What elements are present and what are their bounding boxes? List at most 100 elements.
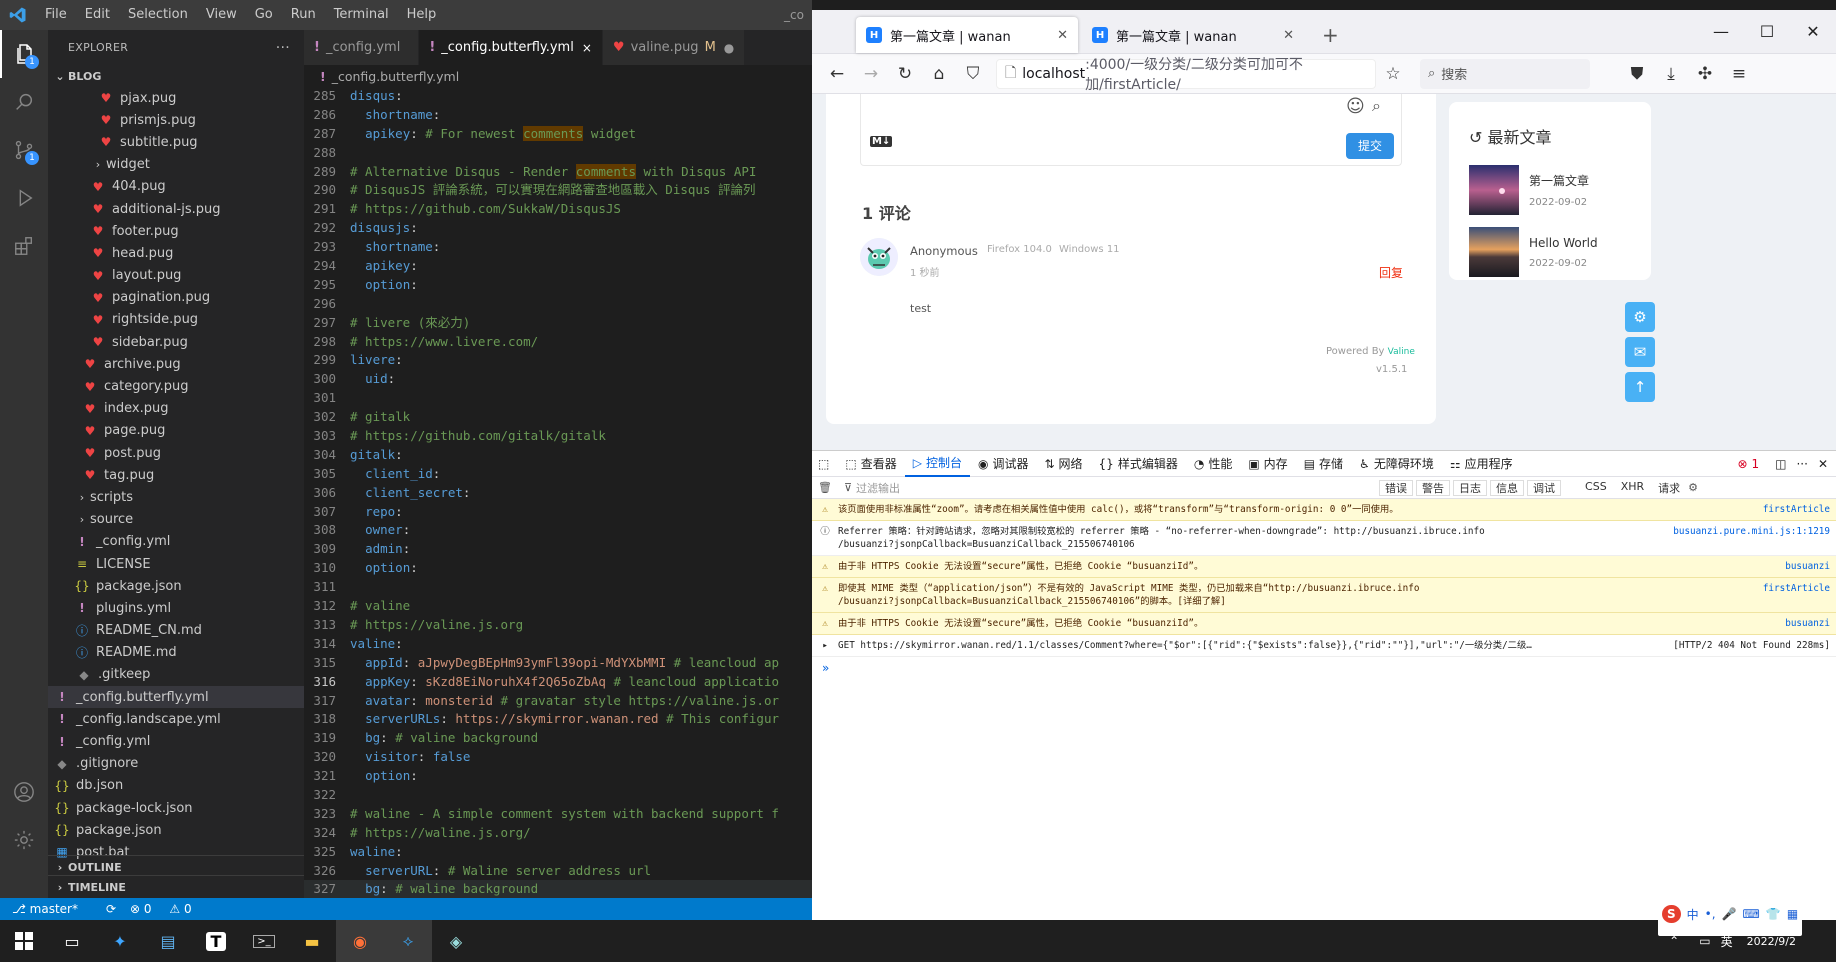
app-feather-icon[interactable]: ✦ bbox=[96, 920, 144, 962]
comment-bubble-icon[interactable]: ✉ bbox=[1625, 337, 1655, 367]
console-message[interactable]: ⓘ Referrer 策略：针对跨站请求，忽略对其限制较宽松的 referrer … bbox=[812, 521, 1836, 556]
menu-item-run[interactable]: Run bbox=[282, 0, 325, 30]
code-line[interactable]: 306 client_secret: bbox=[304, 484, 812, 503]
code-line[interactable]: 325 waline: bbox=[304, 843, 812, 862]
mic-icon[interactable]: 🎤 bbox=[1722, 907, 1737, 921]
url-bar[interactable]: 🗋 localhost:4000/一级分类/二级分类可加可不加/firstArt… bbox=[996, 57, 1376, 93]
close-tab-icon[interactable]: ✕ bbox=[1057, 28, 1068, 43]
file-item[interactable]: ♥ page.pug bbox=[48, 420, 304, 442]
maximize-icon[interactable]: ☐ bbox=[1744, 22, 1790, 41]
file-item[interactable]: ⓘ README.md bbox=[48, 642, 304, 664]
filter-toggle[interactable]: 请求 bbox=[1658, 480, 1680, 496]
vscode-taskbar-icon[interactable]: ⟡ bbox=[384, 920, 432, 962]
console-message-source[interactable]: busuanzi bbox=[1785, 560, 1830, 573]
punct-icon[interactable]: •, bbox=[1705, 907, 1716, 921]
file-item[interactable]: ≡ LICENSE bbox=[48, 553, 304, 575]
downloads-icon[interactable]: ⤓ bbox=[1654, 64, 1688, 84]
code-line[interactable]: 320 visitor: false bbox=[304, 748, 812, 767]
timeline-section[interactable]: › TIMELINE bbox=[48, 875, 304, 898]
code-line[interactable]: 326 serverURL: # Waline server address u… bbox=[304, 862, 812, 881]
file-item[interactable]: ♥ head.pug bbox=[48, 242, 304, 264]
code-line[interactable]: 299 livere: bbox=[304, 351, 812, 370]
ime-menu-icon[interactable]: ▦ bbox=[1787, 907, 1798, 921]
code-line[interactable]: 324 # https://waline.js.org/ bbox=[304, 824, 812, 843]
code-line[interactable]: 313 # https://valine.js.org bbox=[304, 616, 812, 635]
code-line[interactable]: 295 option: bbox=[304, 276, 812, 295]
code-line[interactable]: 311 bbox=[304, 578, 812, 597]
explorer-icon[interactable]: 1 bbox=[0, 30, 48, 78]
task-view-icon[interactable]: ▭ bbox=[48, 920, 96, 962]
console-settings-icon[interactable]: ⚙ bbox=[1688, 481, 1698, 494]
code-line[interactable]: 317 avatar: monsterid # gravatar style h… bbox=[304, 692, 812, 711]
code-line[interactable]: 285 disqus: bbox=[304, 87, 812, 106]
file-item[interactable]: ♥ footer.pug bbox=[48, 220, 304, 242]
console-message[interactable]: ⚠ 该页面使用非标准属性“zoom”。请考虑在相关属性值中使用 calc()，或将… bbox=[812, 499, 1836, 521]
filter-toggle[interactable]: 日志 bbox=[1453, 479, 1488, 496]
browser-tab[interactable]: H 第一篇文章 | wanan ✕ bbox=[1082, 17, 1304, 53]
file-item[interactable]: ! plugins.yml bbox=[48, 597, 304, 619]
folder-item[interactable]: › source bbox=[48, 509, 304, 531]
tray-chevron-up-icon[interactable]: ⌃ bbox=[1669, 934, 1679, 948]
more-actions-icon[interactable]: ··· bbox=[276, 40, 290, 56]
console-input[interactable]: » bbox=[812, 657, 1836, 679]
error-badge-icon[interactable]: ⊗ bbox=[1737, 457, 1747, 471]
file-item[interactable]: {} db.json bbox=[48, 775, 304, 797]
devtools-tab-style-editor[interactable]: {} 样式编辑器 bbox=[1091, 451, 1186, 477]
code-line[interactable]: 305 client_id: bbox=[304, 465, 812, 484]
file-item[interactable]: {} package.json bbox=[48, 819, 304, 841]
editor-tab[interactable]: ! _config.butterfly.yml × bbox=[419, 30, 603, 65]
search-bar[interactable]: ⌕ 搜索 bbox=[1420, 58, 1590, 89]
file-item[interactable]: ♥ layout.pug bbox=[48, 265, 304, 287]
valine-link[interactable]: Valine bbox=[1388, 347, 1415, 357]
code-line[interactable]: 309 admin: bbox=[304, 540, 812, 559]
menu-item-help[interactable]: Help bbox=[398, 0, 446, 30]
home-icon[interactable]: ⌂ bbox=[922, 64, 956, 84]
code-line[interactable]: 291 # https://github.com/SukkaW/DisqusJS bbox=[304, 200, 812, 219]
devtools-tab-memory[interactable]: ▣ 内存 bbox=[1240, 451, 1295, 477]
console-message[interactable]: ▸ GET https://skymirror.wanan.red/1.1/cla… bbox=[812, 635, 1836, 657]
code-line[interactable]: 288 bbox=[304, 144, 812, 163]
editor-tab[interactable]: ! _config.yml bbox=[304, 30, 420, 65]
file-item[interactable]: {} package-lock.json bbox=[48, 797, 304, 819]
menu-item-view[interactable]: View bbox=[197, 0, 246, 30]
folder-item[interactable]: › scripts bbox=[48, 486, 304, 508]
code-line[interactable]: 292 disqusjs: bbox=[304, 219, 812, 238]
filter-toggle[interactable]: 信息 bbox=[1490, 479, 1525, 496]
code-line[interactable]: 315 appId: aJpwyDegBEpHm93ymFl39opi-MdYX… bbox=[304, 654, 812, 673]
dot-icon[interactable]: ● bbox=[724, 41, 734, 55]
sogou-logo-icon[interactable]: S bbox=[1662, 905, 1681, 923]
element-picker-icon[interactable]: ⬚ bbox=[818, 457, 829, 471]
code-line[interactable]: 293 shortname: bbox=[304, 238, 812, 257]
code-line[interactable]: 298 # https://www.livere.com/ bbox=[304, 333, 812, 352]
devtools-tab-console[interactable]: ▷ 控制台 bbox=[904, 451, 970, 477]
close-tab-icon[interactable]: ✕ bbox=[1283, 28, 1294, 43]
code-line[interactable]: 308 owner: bbox=[304, 521, 812, 540]
terminal-icon[interactable]: >_ bbox=[240, 920, 288, 962]
code-line[interactable]: 318 serverURLs: https://skymirror.wanan.… bbox=[304, 710, 812, 729]
reply-link[interactable]: 回复 bbox=[1379, 264, 1403, 281]
problems-status[interactable]: ⊗ 0 ⚠ 0 bbox=[130, 902, 206, 916]
devtools-close-icon[interactable]: ✕ bbox=[1818, 457, 1828, 471]
file-item[interactable]: ! _config.landscape.yml bbox=[48, 708, 304, 730]
code-line[interactable]: 303 # https://github.com/gitalk/gitalk bbox=[304, 427, 812, 446]
source-control-icon[interactable]: 1 bbox=[0, 126, 48, 174]
comment-textarea[interactable] bbox=[860, 94, 1402, 166]
sync-icon[interactable]: ⟳ bbox=[106, 902, 116, 916]
code-line[interactable]: 296 bbox=[304, 295, 812, 314]
file-item[interactable]: ◆ .gitignore bbox=[48, 753, 304, 775]
code-line[interactable]: 321 option: bbox=[304, 767, 812, 786]
filter-toggle[interactable]: 调试 bbox=[1527, 479, 1562, 496]
code-line[interactable]: 322 bbox=[304, 786, 812, 805]
forward-icon[interactable]: → bbox=[854, 64, 888, 84]
code-line[interactable]: 314 valine: bbox=[304, 635, 812, 654]
file-item[interactable]: ♥ pagination.pug bbox=[48, 287, 304, 309]
account-icon[interactable] bbox=[0, 768, 48, 816]
ime-mode[interactable]: 中 bbox=[1687, 906, 1699, 923]
code-line[interactable]: 327 bg: # waline background bbox=[304, 880, 812, 898]
keyboard-icon[interactable]: ⌨ bbox=[1743, 907, 1760, 921]
menu-item-selection[interactable]: Selection bbox=[119, 0, 197, 30]
code-line[interactable]: 319 bg: # valine background bbox=[304, 729, 812, 748]
menu-item-terminal[interactable]: Terminal bbox=[325, 0, 398, 30]
code-line[interactable]: 316 appKey: sKzd8EiNoruhX4f2Q65oZbAq # l… bbox=[304, 673, 812, 692]
menu-item-go[interactable]: Go bbox=[246, 0, 282, 30]
